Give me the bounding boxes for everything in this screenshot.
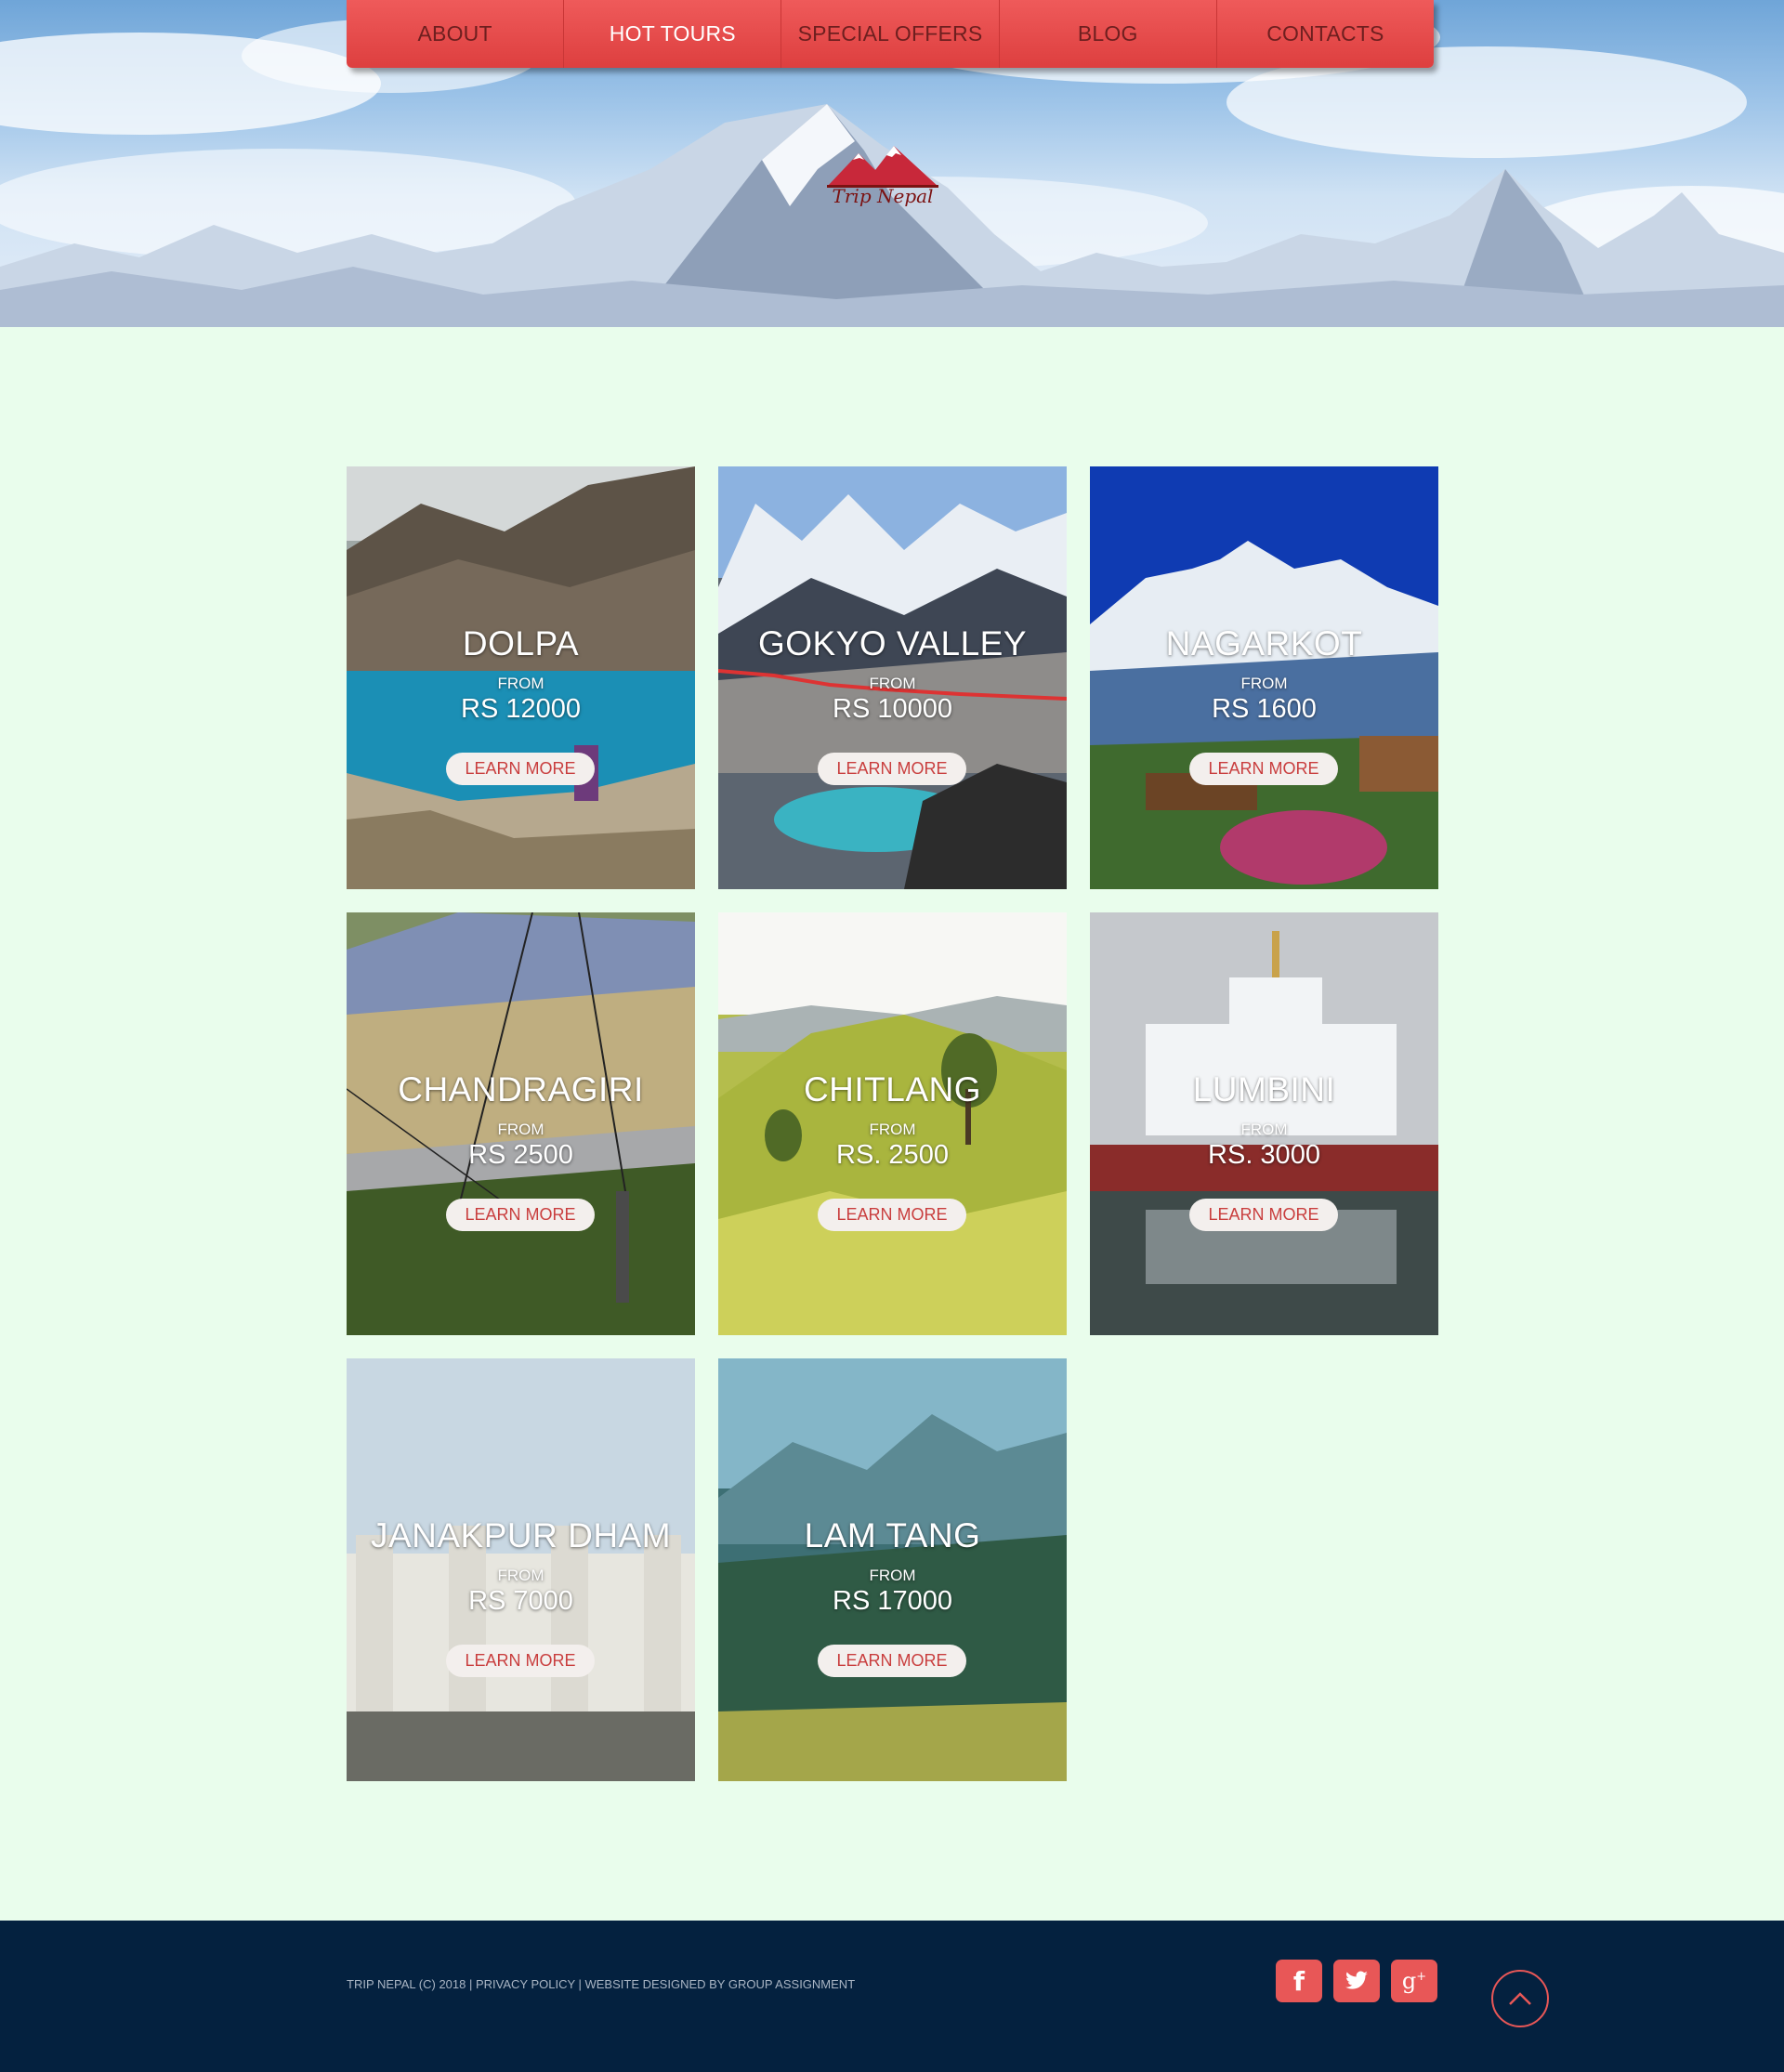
learn-more-button[interactable]: LEARN MORE [446, 753, 595, 785]
tour-title: GOKYO VALLEY [757, 624, 1028, 662]
tour-from-label: FROM [497, 1567, 544, 1584]
tour-card-nagarkot: NAGARKOT FROM RS 1600 LEARN MORE [1090, 466, 1438, 889]
learn-more-button[interactable]: LEARN MORE [818, 1645, 966, 1677]
tour-from-label: FROM [1240, 675, 1288, 692]
site-logo[interactable]: Trip Nepal [821, 144, 944, 218]
tour-price: RS 17000 [833, 1586, 952, 1616]
tour-title: NAGARKOT [1165, 624, 1363, 662]
tour-from-label: FROM [497, 1121, 544, 1138]
twitter-icon [1345, 1971, 1368, 1989]
tour-from-label: FROM [869, 1567, 916, 1584]
tour-from-label: FROM [869, 675, 916, 692]
twitter-button[interactable] [1333, 1960, 1380, 2002]
main-nav: ABOUT HOT TOURS SPECIAL OFFERS BLOG CONT… [347, 0, 1434, 68]
tour-price: RS 7000 [468, 1586, 573, 1616]
tour-title: LUMBINI [1192, 1070, 1336, 1108]
learn-more-button[interactable]: LEARN MORE [818, 753, 966, 785]
tour-from-label: FROM [497, 675, 544, 692]
nav-item-hot-tours[interactable]: HOT TOURS [563, 0, 780, 68]
tour-card-gokyo-valley: GOKYO VALLEY FROM RS 10000 LEARN MORE [718, 466, 1067, 889]
nav-item-about[interactable]: ABOUT [347, 0, 563, 68]
nav-item-special-offers[interactable]: SPECIAL OFFERS [780, 0, 998, 68]
nav-item-contacts[interactable]: CONTACTS [1215, 0, 1434, 68]
tour-title: LAM TANG [804, 1516, 981, 1554]
nav-item-blog[interactable]: BLOG [998, 0, 1216, 68]
tour-price: RS 1600 [1212, 694, 1317, 724]
tour-title: CHANDRAGIRI [398, 1070, 644, 1108]
tour-title: CHITLANG [803, 1070, 982, 1108]
facebook-icon: f [1292, 1965, 1305, 1997]
learn-more-button[interactable]: LEARN MORE [1189, 753, 1338, 785]
tour-price: RS. 3000 [1208, 1140, 1320, 1170]
learn-more-button[interactable]: LEARN MORE [818, 1199, 966, 1231]
tour-from-label: FROM [869, 1121, 916, 1138]
google-plus-icon: g+ [1401, 1968, 1427, 1994]
tour-title: JANAKPUR DHAM [370, 1516, 672, 1554]
tour-card-chandragiri: CHANDRAGIRI FROM RS 2500 LEARN MORE [347, 912, 695, 1335]
tour-price: RS. 2500 [836, 1140, 949, 1170]
tour-price: RS 10000 [833, 694, 952, 724]
site-footer: TRIP NEPAL (C) 2018 | PRIVACY POLICY | W… [0, 1921, 1784, 2072]
tour-card-janakpur-dham: JANAKPUR DHAM FROM RS 7000 LEARN MORE [347, 1358, 695, 1781]
tour-from-label: FROM [1240, 1121, 1288, 1138]
mountain-logo-icon [827, 146, 938, 188]
facebook-button[interactable]: f [1276, 1960, 1322, 2002]
tour-card-dolpa: DOLPA FROM RS 12000 LEARN MORE [347, 466, 695, 889]
learn-more-button[interactable]: LEARN MORE [1189, 1199, 1338, 1231]
google-plus-button[interactable]: g+ [1391, 1960, 1437, 2002]
tour-price: RS 12000 [461, 694, 581, 724]
tour-card-lam-tang: LAM TANG FROM RS 17000 LEARN MORE [718, 1358, 1067, 1781]
back-to-top-button[interactable] [1491, 1970, 1549, 2027]
learn-more-button[interactable]: LEARN MORE [446, 1645, 595, 1677]
chevron-up-icon [1509, 1992, 1531, 2005]
tour-title: DOLPA [462, 624, 580, 662]
hero-header: ABOUT HOT TOURS SPECIAL OFFERS BLOG CONT… [0, 0, 1784, 327]
tour-price: RS 2500 [468, 1140, 573, 1170]
copyright-text[interactable]: TRIP NEPAL (C) 2018 | PRIVACY POLICY | W… [347, 1977, 855, 1991]
learn-more-button[interactable]: LEARN MORE [446, 1199, 595, 1231]
tour-card-chitlang: CHITLANG FROM RS. 2500 LEARN MORE [718, 912, 1067, 1335]
tour-card-lumbini: LUMBINI FROM RS. 3000 LEARN MORE [1090, 912, 1438, 1335]
logo-text: Trip Nepal [832, 185, 934, 207]
